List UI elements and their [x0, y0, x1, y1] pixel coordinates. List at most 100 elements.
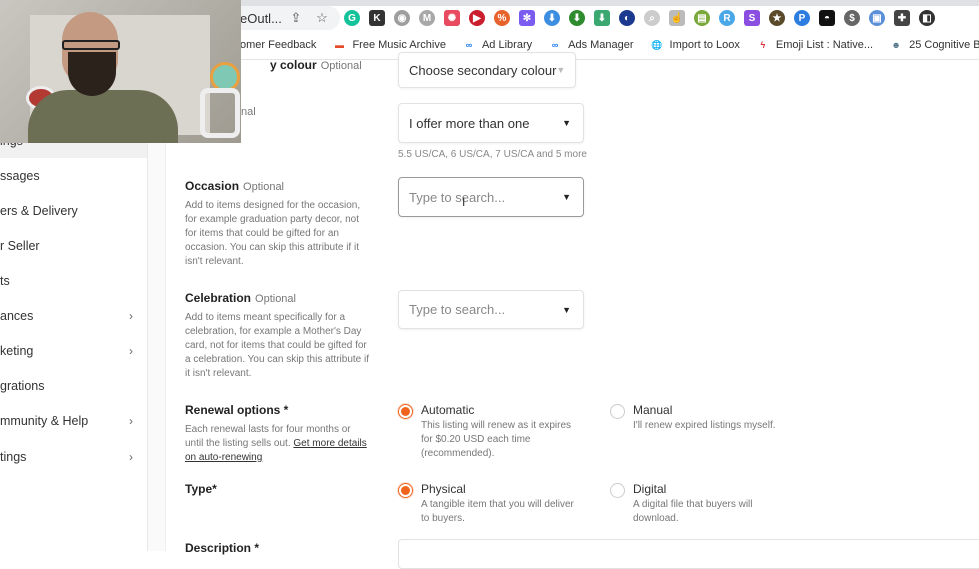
- sidebar-item-label: grations: [0, 379, 45, 394]
- digital-label: Digital: [633, 482, 667, 496]
- type-label: Type*: [185, 482, 217, 496]
- renewal-description: Each renewal lasts for four months or un…: [185, 423, 370, 465]
- extensions-bar: G K ◉ M ✺ ▶% ✻ ⬇ ⬇ ⬇ ◐ ⌕ ☝ ▤ R S ★ P ◓ $ ▣ ✚ ◧: [344, 8, 935, 28]
- emoji-list-icon: ϟ: [760, 40, 766, 50]
- puzzle-icon[interactable]: ✚: [894, 10, 910, 26]
- camera-icon[interactable]: ◉: [394, 10, 410, 26]
- manual-description: I'll renew expired listings myself.: [633, 420, 776, 431]
- bookmark-customer-feedback[interactable]: omer Feedback: [240, 39, 316, 51]
- type-digital-option[interactable]: Digital A digital file that buyers will …: [610, 482, 793, 526]
- bookmark-ad-library[interactable]: ∞ Ad Library: [462, 39, 532, 51]
- description-label: Description *: [185, 541, 260, 555]
- bookmark-emoji-list[interactable]: ϟ Emoji List : Native...: [756, 39, 873, 51]
- type-physical-option[interactable]: Physical A tangible item that you will d…: [398, 482, 581, 526]
- chevron-down-icon: ▼: [562, 304, 571, 315]
- gpt-icon[interactable]: ▤: [694, 10, 710, 26]
- chevron-right-icon: ›: [129, 309, 133, 324]
- m-extension-icon[interactable]: M: [419, 10, 435, 26]
- magnifier-icon[interactable]: ⌕: [644, 10, 660, 26]
- download-box-icon[interactable]: ⬇: [544, 10, 560, 26]
- secondary-colour-label: y colour Optional: [270, 58, 362, 72]
- radio-digital[interactable]: [610, 483, 625, 498]
- bookmark-label: 25 Cognitive Bias...: [909, 39, 979, 51]
- color-wheel-icon[interactable]: ✺: [444, 10, 460, 26]
- bookmark-cognitive-bias[interactable]: ☻ 25 Cognitive Bias...: [889, 39, 979, 51]
- k-extension-icon[interactable]: K: [369, 10, 385, 26]
- sidebar-item-6[interactable]: ances ›: [0, 299, 147, 334]
- sidebar-item-3[interactable]: ers & Delivery: [0, 193, 147, 228]
- text-cursor-icon: I: [462, 195, 466, 209]
- radio-manual[interactable]: [610, 404, 625, 419]
- dollar-icon[interactable]: $: [844, 10, 860, 26]
- sidebar-item-label: keting: [0, 344, 34, 359]
- sidebar-item-label: tings: [0, 449, 27, 464]
- occasion-description: Add to items designed for the occasion, …: [185, 200, 361, 267]
- optional-tag: Optional: [255, 293, 296, 305]
- bookmark-free-music-archive[interactable]: ▬ Free Music Archive: [332, 39, 446, 51]
- ads-manager-icon: ∞: [551, 40, 559, 50]
- size-select[interactable]: I offer more than one ▼: [398, 103, 584, 143]
- share-icon[interactable]: ⇪: [288, 10, 304, 26]
- occasion-label: Occasion Optional: [185, 179, 284, 193]
- size-optional-label: nal: [241, 106, 256, 118]
- p-extension-icon[interactable]: P: [794, 10, 810, 26]
- sidebar-item-10[interactable]: tings ›: [0, 439, 147, 474]
- celebration-label: Celebration Optional: [185, 291, 296, 305]
- s-extension-icon[interactable]: S: [744, 10, 760, 26]
- address-bar[interactable]: eOutl... ⇪ ☆: [232, 6, 340, 30]
- occasion-search-input[interactable]: Type to search... ▼: [398, 177, 584, 217]
- automatic-description: This listing will renew as it expires fo…: [421, 420, 572, 459]
- bookmark-ads-manager[interactable]: ∞ Ads Manager: [548, 39, 634, 51]
- snapchat-icon[interactable]: ◓: [819, 10, 835, 26]
- bookmarks-bar: omer Feedback ▬ Free Music Archive ∞ Ad Libr…: [240, 36, 979, 54]
- secondary-colour-value: Choose secondary colour: [409, 62, 557, 78]
- video-record-icon[interactable]: ▶: [469, 10, 485, 26]
- radio-physical[interactable]: [398, 483, 413, 498]
- chevron-right-icon: ›: [129, 414, 133, 429]
- star-badge-icon[interactable]: ★: [769, 10, 785, 26]
- webcam-person-shirt: [28, 90, 178, 143]
- sidebar-item-8[interactable]: grations: [0, 369, 147, 404]
- radio-automatic[interactable]: [398, 404, 413, 419]
- chevron-down-icon: ▼: [556, 65, 566, 75]
- celebration-description: Add to items meant specifically for a ce…: [185, 312, 370, 379]
- manual-label: Manual: [633, 403, 673, 417]
- bookmark-star-icon[interactable]: ☆: [314, 10, 330, 26]
- grammarly-icon[interactable]: G: [344, 10, 360, 26]
- sidebar-item-4[interactable]: r Seller: [0, 228, 147, 263]
- url-text[interactable]: eOutl...: [240, 11, 288, 26]
- bookmark-import-to-loox[interactable]: 🌐 Import to Loox: [650, 39, 740, 51]
- translate-icon[interactable]: %: [494, 10, 510, 26]
- renewal-automatic-option[interactable]: Automatic This listing will renew as it …: [398, 403, 581, 461]
- pointer-icon[interactable]: ☝: [669, 10, 685, 26]
- chevron-right-icon: ›: [129, 344, 133, 359]
- gear-flower-icon[interactable]: ✻: [519, 10, 535, 26]
- chevron-down-icon: ▼: [562, 192, 571, 202]
- screen-record-icon[interactable]: ▣: [869, 10, 885, 26]
- sidebar-item-label: ers & Delivery: [0, 203, 78, 218]
- sidebar-item-label: ances: [0, 309, 34, 324]
- celebration-placeholder: Type to search...: [409, 302, 506, 317]
- free-music-archive-icon: ▬: [334, 40, 344, 50]
- celebration-search-input[interactable]: Type to search... ▼: [398, 290, 584, 329]
- renewal-manual-option[interactable]: Manual I'll renew expired listings mysel…: [610, 403, 793, 433]
- physical-label: Physical: [421, 482, 466, 496]
- sidebar-item-5[interactable]: ts: [0, 264, 147, 299]
- physical-description: A tangible item that you will deliver to…: [421, 499, 574, 524]
- folder-download-icon[interactable]: ⬇: [594, 10, 610, 26]
- r-extension-icon[interactable]: R: [719, 10, 735, 26]
- green-arrow-icon[interactable]: ⬇: [569, 10, 585, 26]
- s-logo-icon[interactable]: ◐: [619, 10, 635, 26]
- side-panel-icon[interactable]: ◧: [919, 10, 935, 26]
- webcam-person-glasses: [62, 40, 120, 50]
- optional-tag: Optional: [243, 181, 285, 193]
- sidebar-item-9[interactable]: mmunity & Help ›: [0, 404, 147, 439]
- sidebar-item-7[interactable]: keting ›: [0, 334, 147, 369]
- sidebar-item-label: r Seller: [0, 238, 40, 253]
- digital-description: A digital file that buyers will download…: [633, 499, 753, 524]
- secondary-colour-label-text: y colour: [270, 58, 317, 72]
- description-textarea[interactable]: [398, 539, 979, 569]
- secondary-colour-select[interactable]: Choose secondary colour ▼: [398, 52, 576, 88]
- ad-library-icon: ∞: [465, 40, 473, 50]
- sidebar-item-2[interactable]: ssages: [0, 158, 147, 193]
